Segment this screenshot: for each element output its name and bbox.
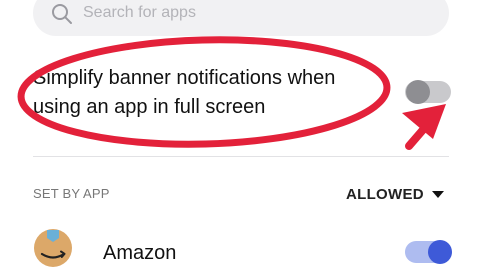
search-input-placeholder[interactable]: Search for apps xyxy=(83,3,196,23)
amazon-notifications-toggle[interactable] xyxy=(405,240,452,264)
annotation-arrow-head xyxy=(402,104,446,139)
section-header-set-by-app: SET BY APP xyxy=(33,186,110,201)
simplify-banner-toggle[interactable] xyxy=(405,80,451,104)
search-bar[interactable]: Search for apps xyxy=(33,0,449,36)
amazon-app-icon xyxy=(34,229,72,267)
search-icon xyxy=(52,4,72,24)
setting-label-simplify-banner[interactable]: Simplify banner notifications when using… xyxy=(33,64,378,122)
annotation-arrow-shaft xyxy=(405,120,432,150)
toggle-knob xyxy=(406,80,430,104)
toggle-knob xyxy=(428,240,452,264)
allowed-filter-dropdown[interactable]: ALLOWED xyxy=(346,184,444,204)
filter-selected-value: ALLOWED xyxy=(346,185,424,203)
section-divider xyxy=(33,156,449,157)
caret-down-icon xyxy=(431,191,444,198)
app-name: Amazon xyxy=(103,242,177,264)
